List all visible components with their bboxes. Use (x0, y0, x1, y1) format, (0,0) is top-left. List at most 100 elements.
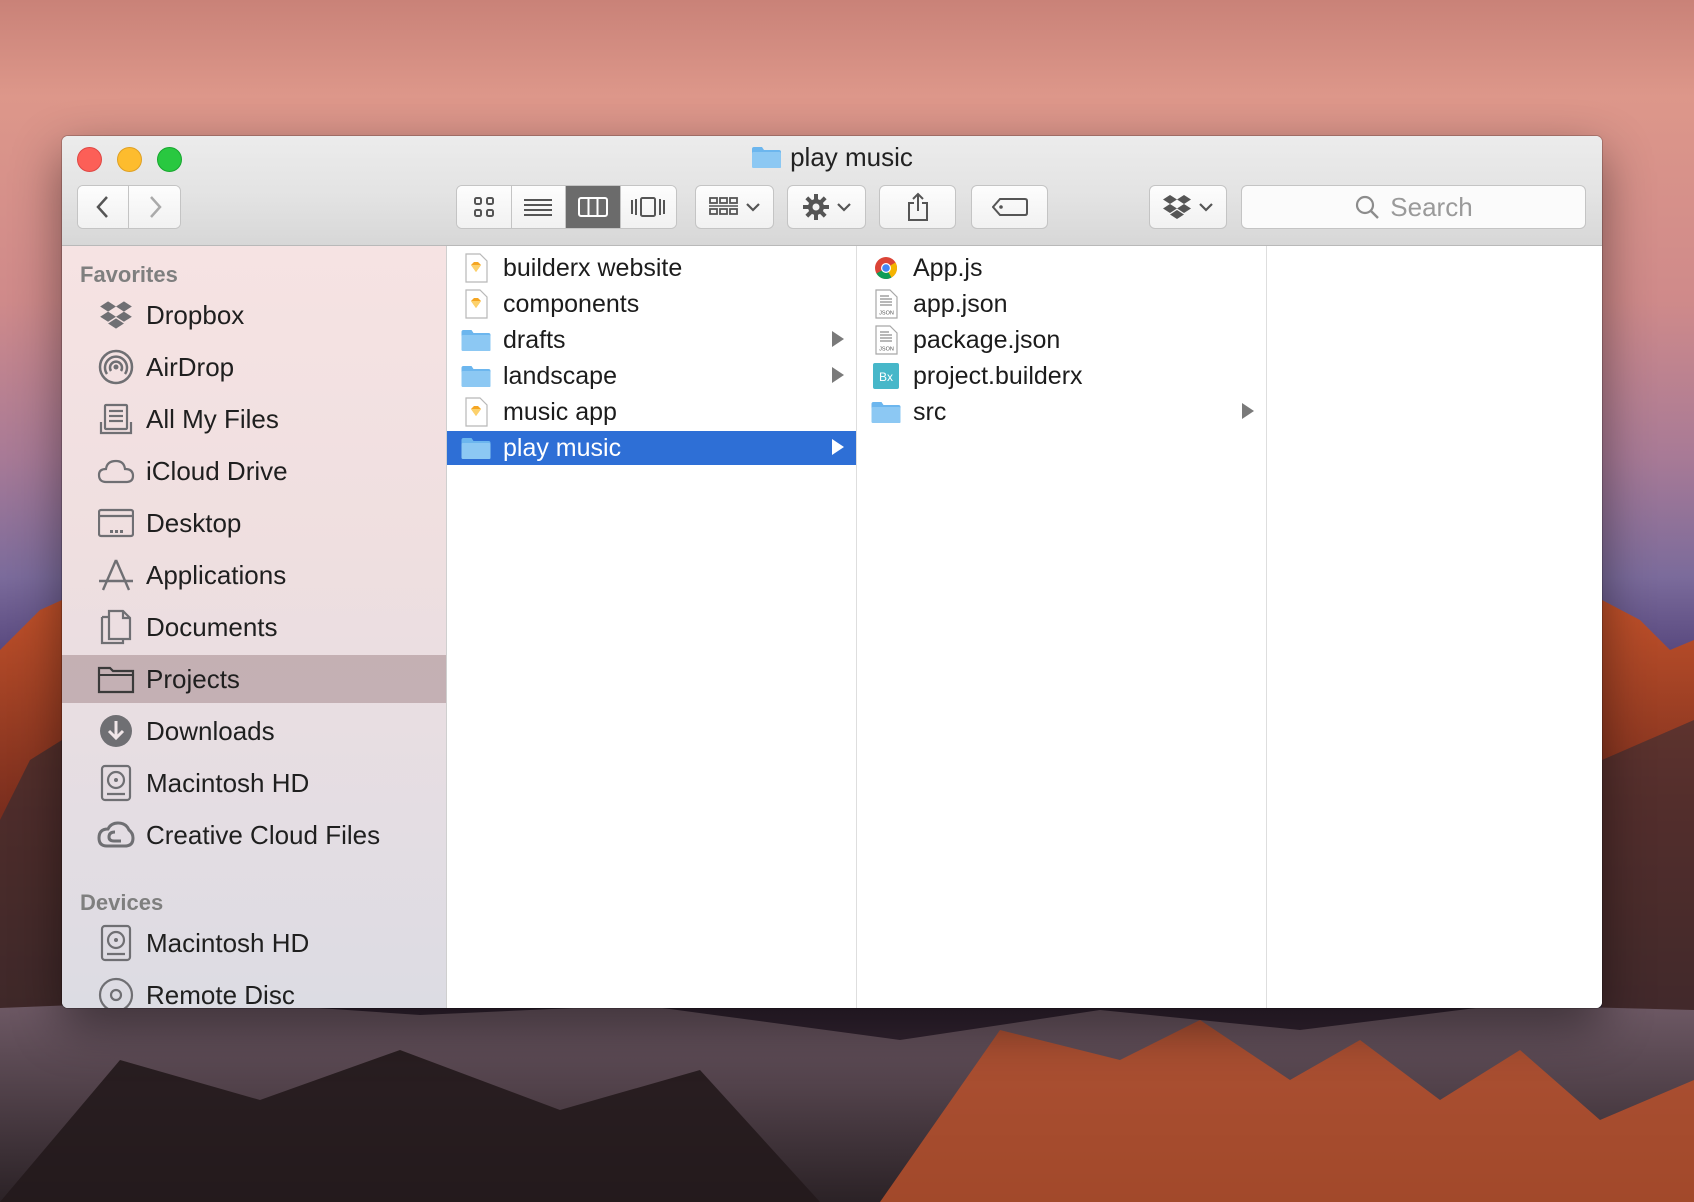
tag-icon (991, 198, 1028, 216)
sidebar-item-downloads[interactable]: Downloads (62, 707, 446, 755)
dropbox-icon (96, 295, 136, 335)
file-row-builderx-website[interactable]: builderx website (447, 251, 856, 285)
browser-column-1: builderx website components drafts lands… (447, 246, 857, 1008)
folder-icon (751, 143, 782, 168)
hard-drive-icon (96, 763, 136, 803)
icon-view-button[interactable] (457, 186, 512, 228)
sidebar-item-icloud-drive[interactable]: iCloud Drive (62, 447, 446, 495)
sidebar-item-desktop[interactable]: Desktop (62, 499, 446, 547)
columns-icon (577, 197, 608, 217)
svg-text:JSON: JSON (879, 311, 894, 317)
chevron-right-icon (149, 196, 162, 218)
sidebar-item-label: Desktop (146, 507, 242, 538)
list-view-button[interactable] (511, 186, 566, 228)
share-icon (907, 192, 928, 221)
chevron-down-icon (745, 203, 760, 212)
sidebar-item-macintosh-hd[interactable]: Macintosh HD (62, 759, 446, 807)
grid-icon (473, 197, 494, 217)
disclosure-arrow-icon (1242, 403, 1254, 419)
documents-icon (96, 607, 136, 647)
tag-button[interactable] (971, 185, 1048, 229)
devices-header: Devices (80, 890, 164, 915)
sidebar-item-label: iCloud Drive (146, 455, 288, 486)
sketch-file-icon (459, 397, 493, 427)
search-placeholder: Search (1390, 191, 1473, 222)
json-file-icon: JSON (869, 325, 903, 355)
file-name: project.builderx (913, 361, 1083, 390)
file-row-app-json[interactable]: JSON app.json (857, 287, 1266, 321)
hard-drive-icon (96, 923, 136, 963)
file-row-app-js[interactable]: App.js (857, 251, 1266, 285)
search-icon (1356, 195, 1380, 219)
disclosure-arrow-icon (832, 439, 844, 455)
folder-row-drafts[interactable]: drafts (447, 323, 856, 357)
forward-button[interactable] (129, 186, 180, 228)
cloud-icon (96, 451, 136, 491)
folder-icon (869, 397, 903, 427)
sidebar-item-airdrop[interactable]: AirDrop (62, 343, 446, 391)
browser-column-3 (1267, 246, 1602, 1008)
file-name: App.js (913, 253, 983, 282)
sidebar-item-label: AirDrop (146, 351, 235, 382)
creative-cloud-icon (96, 815, 136, 855)
sidebar-item-label: Applications (146, 559, 287, 590)
file-row-project-builderx[interactable]: Bx project.builderx (857, 359, 1266, 393)
title-bar: play music Search (62, 136, 1602, 246)
action-button[interactable] (787, 185, 866, 229)
sidebar-item-device-macintosh-hd[interactable]: Macintosh HD (62, 919, 446, 967)
applications-icon (96, 555, 136, 595)
sidebar-item-remote-disc[interactable]: Remote Disc (62, 971, 446, 1008)
sidebar-item-creative-cloud-files[interactable]: Creative Cloud Files (62, 811, 446, 859)
folder-name: drafts (503, 325, 566, 354)
sidebar-item-label: Projects (146, 663, 240, 694)
svg-text:Bx: Bx (879, 370, 893, 384)
json-file-icon: JSON (869, 289, 903, 319)
dropbox-icon (1163, 195, 1191, 219)
sidebar-item-label: All My Files (146, 403, 279, 434)
sidebar-item-label: Remote Disc (146, 979, 295, 1009)
builderx-file-icon: Bx (869, 361, 903, 391)
file-row-music-app[interactable]: music app (447, 395, 856, 429)
sidebar-item-documents[interactable]: Documents (62, 603, 446, 651)
file-name: package.json (913, 325, 1061, 354)
navigation-buttons (77, 185, 181, 229)
folder-icon (459, 361, 493, 391)
sidebar-item-label: Macintosh HD (146, 927, 310, 958)
sidebar-item-all-my-files[interactable]: All My Files (62, 395, 446, 443)
sidebar-item-label: Macintosh HD (146, 767, 310, 798)
window-title: play music (62, 140, 1602, 174)
arrange-button[interactable] (695, 185, 774, 229)
chevron-left-icon (96, 196, 108, 218)
view-mode-control (456, 185, 677, 229)
sidebar-item-label: Creative Cloud Files (146, 819, 381, 850)
file-row-package-json[interactable]: JSON package.json (857, 323, 1266, 357)
file-row-components[interactable]: components (447, 287, 856, 321)
file-name: components (503, 289, 640, 318)
desktop-icon (96, 503, 136, 543)
back-button[interactable] (78, 186, 130, 228)
search-field[interactable]: Search (1241, 185, 1586, 229)
cover-flow-icon (631, 197, 666, 217)
folder-name: src (913, 397, 947, 426)
folder-row-play-music[interactable]: play music (447, 431, 856, 465)
chrome-file-icon (869, 253, 903, 283)
window-title-text: play music (790, 142, 913, 172)
sketch-file-icon (459, 289, 493, 319)
cover-flow-view-button[interactable] (620, 186, 676, 228)
folder-name: play music (503, 433, 622, 462)
sidebar-item-applications[interactable]: Applications (62, 551, 446, 599)
folder-row-landscape[interactable]: landscape (447, 359, 856, 393)
folder-name: landscape (503, 361, 617, 390)
finder-window: play music Search Favorites Dropbox AirD… (62, 136, 1602, 1008)
dropbox-menu-button[interactable] (1149, 185, 1227, 229)
browser-column-2: App.js JSON app.json JSON package.json B… (857, 246, 1267, 1008)
folder-row-src[interactable]: src (857, 395, 1266, 429)
sidebar-item-projects[interactable]: Projects (62, 655, 446, 703)
sidebar-item-dropbox[interactable]: Dropbox (62, 291, 446, 339)
folder-icon (459, 325, 493, 355)
share-button[interactable] (879, 185, 956, 229)
column-view-button[interactable] (566, 186, 621, 228)
disc-icon (96, 975, 136, 1008)
favorites-header: Favorites (80, 262, 178, 287)
folder-icon (459, 433, 493, 463)
